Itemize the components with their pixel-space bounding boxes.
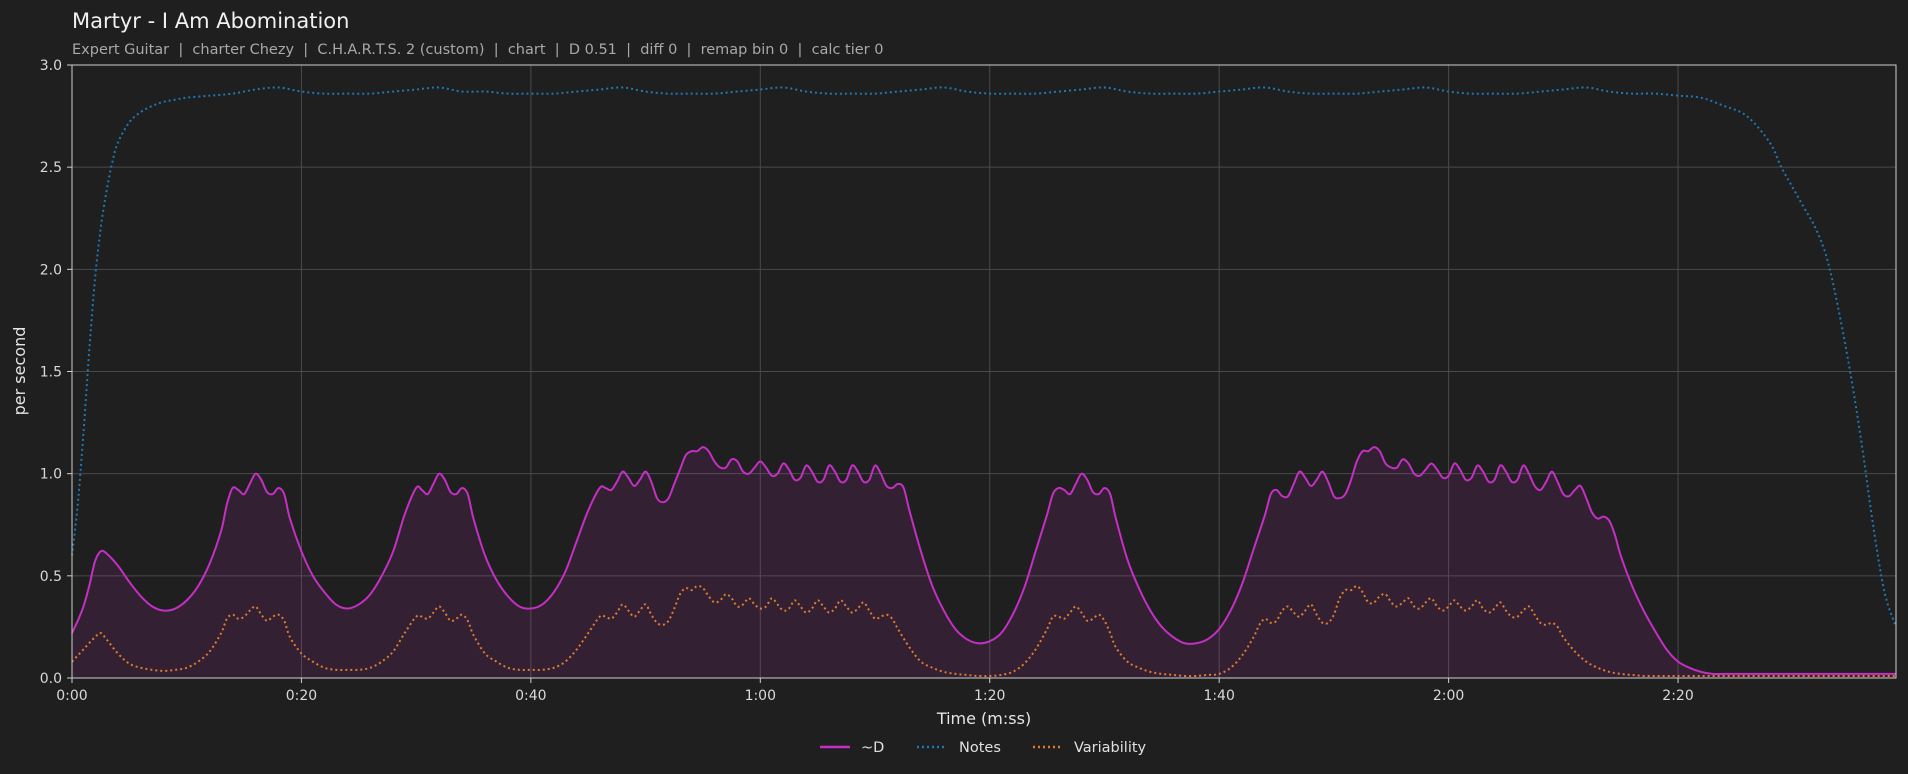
y-axis-label: per second — [10, 327, 29, 416]
chart: Martyr - I Am Abomination Expert Guitar … — [10, 9, 1897, 756]
y-tick-label: 0.5 — [40, 569, 62, 585]
legend-label-d: ~D — [861, 740, 884, 756]
y-tick-label: 2.5 — [40, 160, 62, 176]
x-tick-label: 1:20 — [974, 688, 1005, 704]
y-tick-label: 0.0 — [40, 671, 62, 687]
legend: ~D Notes Variability — [820, 740, 1147, 756]
chart-subtitle: Expert Guitar | charter Chezy | C.H.A.R.… — [72, 42, 883, 58]
x-tick-label: 0:20 — [286, 688, 317, 704]
y-tick-label: 2.0 — [40, 262, 62, 278]
y-tick-label: 1.0 — [40, 467, 62, 483]
y-tick-label: 3.0 — [40, 58, 62, 74]
x-tick-label: 0:40 — [515, 688, 546, 704]
y-tick-label: 1.5 — [40, 365, 62, 381]
legend-label-variability: Variability — [1074, 740, 1147, 756]
x-tick-label: 2:20 — [1662, 688, 1693, 704]
x-tick-label: 1:40 — [1203, 688, 1234, 704]
chart-title: Martyr - I Am Abomination — [72, 9, 349, 33]
x-tick-label: 0:00 — [56, 688, 87, 704]
x-axis-label: Time (m:ss) — [936, 709, 1031, 728]
legend-label-notes: Notes — [959, 740, 1001, 756]
x-tick-label: 2:00 — [1433, 688, 1464, 704]
x-tick-label: 1:00 — [745, 688, 776, 704]
